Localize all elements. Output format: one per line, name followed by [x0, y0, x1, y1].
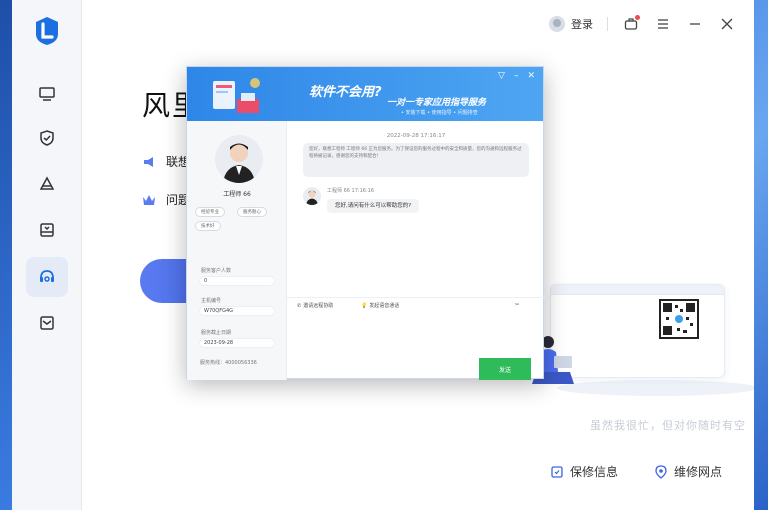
sidebar-item-drivers[interactable]	[26, 164, 68, 204]
location-icon	[655, 464, 667, 479]
field-label: 主机编号	[201, 298, 222, 304]
app-logo-icon	[36, 17, 58, 45]
agent-mini-avatar	[303, 187, 321, 205]
field-label: 服务截止日期	[201, 330, 232, 336]
banner-tags: • 安装下载 • 使用指导 • 问题排查	[401, 110, 478, 116]
user-avatar-icon	[549, 16, 565, 32]
banner-title: 软件不会用?	[309, 85, 382, 100]
tool-label: 发起语音通话	[369, 303, 400, 309]
sidebar	[12, 0, 82, 510]
illustration-ground	[557, 380, 754, 396]
minimize-button[interactable]	[686, 15, 704, 33]
agent-avatar	[215, 135, 263, 183]
repair-sites-link[interactable]: 维修网点	[654, 463, 722, 480]
agent-tag: 服务耐心	[237, 207, 267, 217]
field-label: 服务客户人数	[201, 268, 232, 274]
feature-item: 问题	[142, 191, 190, 208]
notification-dot	[635, 15, 640, 20]
shield-doc-icon	[551, 465, 563, 478]
close-button[interactable]	[718, 15, 736, 33]
megaphone-icon	[144, 156, 153, 167]
divider	[607, 17, 608, 31]
minimize-icon[interactable]: –	[514, 71, 519, 81]
minimize-icon	[690, 23, 700, 25]
sidebar-item-storage[interactable]	[26, 210, 68, 250]
support-chat-window: 软件不会用? 一对一专家应用指导服务 • 安装下载 • 使用指导 • 问题排查 …	[186, 66, 545, 380]
banner-subtitle: 一对一专家应用指导服务	[387, 98, 487, 108]
agent-tag: 经验专业	[195, 207, 225, 217]
warranty-info-link[interactable]: 保修信息	[550, 463, 618, 480]
agent-message: 工程师 66 17:16:16 您好,请问有什么可以帮助您的?	[303, 187, 533, 217]
field-value: W70QFG4G	[199, 306, 275, 316]
login-label: 登录	[571, 18, 593, 31]
scissors-icon: ✂	[515, 302, 520, 308]
warranty-label: 保修信息	[570, 465, 619, 479]
sidebar-item-support[interactable]	[26, 257, 68, 297]
chat-header-banner: 软件不会用? 一对一专家应用指导服务 • 安装下载 • 使用指导 • 问题排查 …	[187, 67, 543, 121]
chevron-down-icon[interactable]: ▽	[498, 71, 505, 81]
bulb-icon: 💡	[361, 302, 368, 309]
message-timestamp: 2022-09-28 17:16:17	[386, 133, 446, 139]
qr-code-icon	[659, 299, 699, 339]
phone-icon: ✆	[297, 302, 302, 309]
sidebar-item-computer[interactable]	[26, 74, 68, 114]
agent-message-meta: 工程师 66 17:16:16	[327, 188, 374, 194]
login-button[interactable]: 登录	[549, 16, 593, 32]
mail-icon	[40, 316, 54, 330]
shield-icon	[40, 130, 54, 146]
toolbox-button[interactable]	[622, 15, 640, 33]
crown-icon	[143, 194, 155, 205]
monitor-icon	[39, 87, 55, 101]
card-bar	[551, 285, 724, 295]
hotline-text: 服务热线：4000056336	[200, 360, 257, 366]
chat-toolbar: ✆ 邀请远程协助 💡 发起语音通话 ✂	[287, 297, 545, 311]
slogan-text: 虽然我很忙，但对你随时有空	[590, 419, 746, 432]
agent-name: 工程师 66	[223, 191, 251, 198]
menu-icon	[658, 19, 668, 29]
close-icon[interactable]: ✕	[527, 71, 535, 81]
headset-icon	[40, 270, 54, 282]
send-label: 发送	[498, 366, 511, 374]
field-value: 2023-09-28	[199, 338, 275, 348]
inbox-icon	[40, 223, 54, 237]
sidebar-item-messages[interactable]	[26, 303, 68, 343]
feature-item: 联想	[142, 153, 190, 170]
agent-message-bubble: 您好,请问有什么可以帮助您的?	[327, 199, 420, 213]
voice-call-button[interactable]: 💡 发起语音通话	[361, 302, 400, 310]
banner-illustration	[213, 78, 260, 113]
repair-sites-label: 维修网点	[674, 465, 723, 479]
field-value: 0	[199, 276, 275, 286]
chat-window-controls: ▽ – ✕	[498, 71, 535, 81]
close-icon	[721, 18, 733, 30]
triangle-icon	[39, 176, 55, 190]
chat-conversation: 2022-09-28 17:16:17 您好，联想工程师 工程师 66 正为您服…	[287, 121, 545, 380]
sidebar-item-security[interactable]	[26, 118, 68, 158]
menu-button[interactable]	[654, 15, 672, 33]
agent-profile-panel: 工程师 66 经验专业 服务耐心 技术好 服务客户人数 0 主机编号 W70QF…	[187, 121, 287, 380]
scissors-button[interactable]: ✂	[515, 302, 519, 308]
top-bar: 登录	[549, 12, 736, 36]
system-notice: 您好，联想工程师 工程师 66 正为您服务。为了保证您的服务过程中的安全和质量，…	[303, 143, 529, 177]
send-button[interactable]: 发送	[479, 358, 531, 380]
tool-label: 邀请远程协助	[303, 303, 334, 309]
remote-assist-button[interactable]: ✆ 邀请远程协助	[297, 302, 334, 310]
agent-tag: 技术好	[195, 221, 221, 231]
